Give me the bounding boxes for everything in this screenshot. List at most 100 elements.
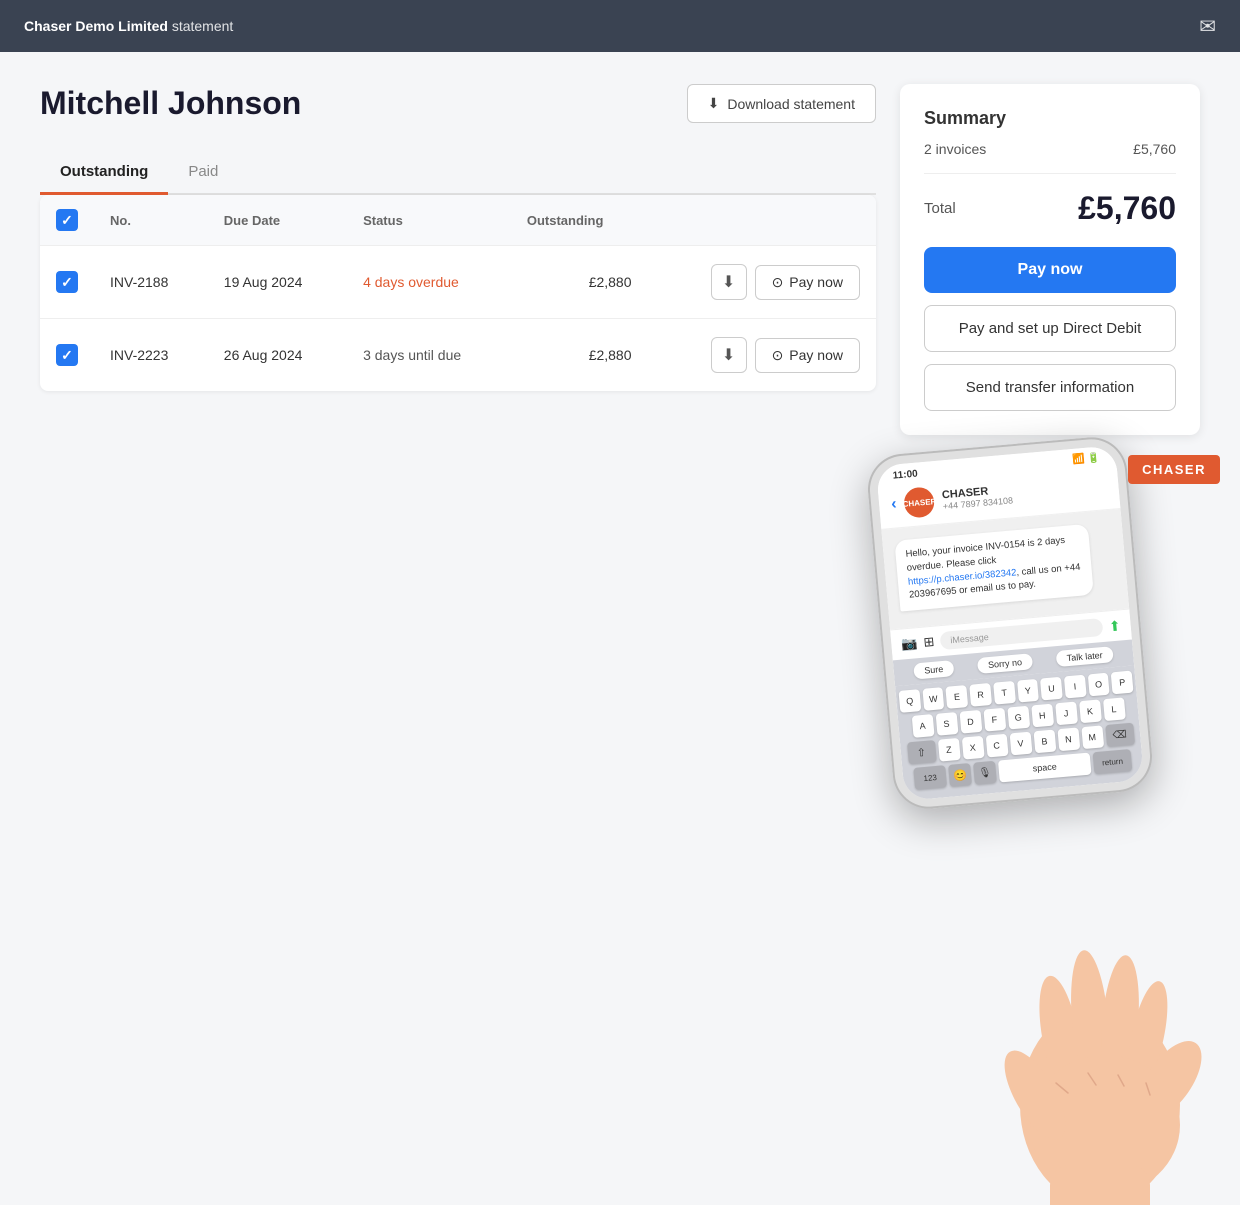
download-icon: ⬇	[708, 95, 720, 112]
key-r[interactable]: R	[969, 683, 992, 707]
back-icon: ‹	[890, 495, 897, 513]
row1-action-btns: ⬇ ⊙ Pay now	[664, 264, 860, 300]
quick-reply-sure[interactable]: Sure	[914, 660, 954, 679]
key-j[interactable]: J	[1055, 702, 1078, 726]
row1-pay-now-button[interactable]: ⊙ Pay now	[755, 265, 860, 300]
message-bubble: Hello, your invoice INV-0154 is 2 days o…	[894, 524, 1094, 612]
key-c[interactable]: C	[985, 734, 1008, 758]
row2-checkbox-cell[interactable]	[40, 319, 94, 392]
main-container: Mitchell Johnson ⬇ Download statement Ou…	[0, 52, 1240, 887]
chaser-avatar: CHASER	[903, 486, 936, 519]
row1-actions: ⬇ ⊙ Pay now	[648, 246, 876, 319]
transfer-button[interactable]: Send transfer information	[924, 364, 1176, 411]
key-h[interactable]: H	[1031, 704, 1054, 728]
row2-actions: ⬇ ⊙ Pay now	[648, 319, 876, 392]
chaser-logo: CHASER	[1128, 455, 1220, 484]
tab-paid[interactable]: Paid	[168, 151, 238, 195]
row1-number: INV-2188	[94, 246, 208, 319]
key-a[interactable]: A	[911, 714, 934, 738]
contact-info: CHASER +44 7897 834108	[941, 483, 1013, 511]
key-x[interactable]: X	[961, 736, 984, 760]
col-actions	[648, 195, 876, 246]
key-space[interactable]: space	[998, 753, 1092, 783]
phone-area: CHASER 11:00 📶 🔋 ‹ CHASER	[900, 435, 1200, 855]
pay-now-primary-button[interactable]: Pay now	[924, 247, 1176, 293]
key-e[interactable]: E	[946, 685, 969, 709]
key-y[interactable]: Y	[1017, 679, 1040, 703]
total-label: Total	[924, 200, 956, 217]
topbar-suffix: statement	[168, 18, 233, 34]
key-delete[interactable]: ⌫	[1105, 723, 1135, 747]
quick-reply-talk-later[interactable]: Talk later	[1056, 646, 1113, 667]
row2-due-date: 26 Aug 2024	[208, 319, 347, 392]
key-v[interactable]: V	[1009, 732, 1032, 756]
row1-pay-now-label: Pay now	[789, 274, 843, 290]
row2-action-btns: ⬇ ⊙ Pay now	[664, 337, 860, 373]
row2-pay-now-label: Pay now	[789, 347, 843, 363]
key-f[interactable]: F	[983, 708, 1006, 732]
key-mic[interactable]: 🎙	[973, 761, 997, 785]
col-status: Status	[347, 195, 511, 246]
key-d[interactable]: D	[959, 710, 982, 734]
row1-checkbox[interactable]	[56, 271, 78, 293]
key-u[interactable]: U	[1040, 677, 1063, 701]
key-123[interactable]: 123	[913, 765, 947, 790]
key-i[interactable]: I	[1064, 675, 1087, 699]
row2-number: INV-2223	[94, 319, 208, 392]
apps-icon: ⊞	[923, 634, 935, 651]
direct-debit-button[interactable]: Pay and set up Direct Debit	[924, 305, 1176, 352]
header-checkbox-cell[interactable]	[40, 195, 94, 246]
right-sidebar: Summary 2 invoices £5,760 Total £5,760 P…	[900, 84, 1200, 855]
key-b[interactable]: B	[1033, 730, 1056, 754]
key-m[interactable]: M	[1081, 725, 1104, 749]
key-t[interactable]: T	[993, 681, 1016, 705]
invoice-table: No. Due Date Status Outstanding INV-2188…	[40, 195, 876, 391]
row2-checkbox[interactable]	[56, 344, 78, 366]
key-l[interactable]: L	[1102, 697, 1125, 721]
key-shift[interactable]: ⇧	[907, 740, 937, 764]
col-due-date: Due Date	[208, 195, 347, 246]
summary-row: 2 invoices £5,760	[924, 141, 1176, 174]
row1-checkbox-cell[interactable]	[40, 246, 94, 319]
total-amount: £5,760	[1078, 190, 1176, 227]
key-o[interactable]: O	[1087, 673, 1110, 697]
key-emoji[interactable]: 😊	[948, 763, 972, 787]
download-statement-button[interactable]: ⬇ Download statement	[687, 84, 876, 123]
row2-status: 3 days until due	[347, 319, 511, 392]
select-all-checkbox[interactable]	[56, 209, 78, 231]
topbar-title: Chaser Demo Limited statement	[24, 18, 233, 34]
phone-mockup: 11:00 📶 🔋 ‹ CHASER CHASER +44 7897 83410…	[865, 434, 1155, 811]
col-number: No.	[94, 195, 208, 246]
summary-card: Summary 2 invoices £5,760 Total £5,760 P…	[900, 84, 1200, 435]
key-s[interactable]: S	[935, 712, 958, 736]
table-row: INV-2188 19 Aug 2024 4 days overdue £2,8…	[40, 246, 876, 319]
key-p[interactable]: P	[1111, 671, 1134, 695]
key-g[interactable]: G	[1007, 706, 1030, 730]
key-z[interactable]: Z	[937, 738, 960, 762]
key-n[interactable]: N	[1057, 727, 1080, 751]
invoices-label: 2 invoices	[924, 141, 986, 157]
summary-total-row: Total £5,760	[924, 190, 1176, 227]
mail-icon[interactable]: ✉	[1199, 14, 1216, 39]
key-return[interactable]: return	[1093, 749, 1133, 774]
topbar: Chaser Demo Limited statement ✉	[0, 0, 1240, 52]
key-q[interactable]: Q	[898, 689, 921, 713]
key-w[interactable]: W	[922, 687, 945, 711]
row1-download-button[interactable]: ⬇	[711, 264, 747, 300]
summary-title: Summary	[924, 108, 1176, 129]
send-icon[interactable]: ⬆	[1108, 617, 1121, 635]
row1-due-date: 19 Aug 2024	[208, 246, 347, 319]
col-outstanding: Outstanding	[511, 195, 648, 246]
table-row: INV-2223 26 Aug 2024 3 days until due £2…	[40, 319, 876, 392]
key-k[interactable]: K	[1079, 699, 1102, 723]
row2-download-button[interactable]: ⬇	[711, 337, 747, 373]
quick-reply-sorry[interactable]: Sorry no	[977, 653, 1032, 674]
row2-pay-now-button[interactable]: ⊙ Pay now	[755, 338, 860, 373]
left-content: Mitchell Johnson ⬇ Download statement Ou…	[40, 84, 876, 855]
phone-status: 📶 🔋	[1072, 453, 1101, 466]
row2-amount: £2,880	[511, 319, 648, 392]
tab-outstanding[interactable]: Outstanding	[40, 151, 168, 195]
hand-illustration	[960, 905, 1240, 1205]
invoices-total: £5,760	[1133, 141, 1176, 157]
download-btn-label: Download statement	[727, 96, 855, 112]
